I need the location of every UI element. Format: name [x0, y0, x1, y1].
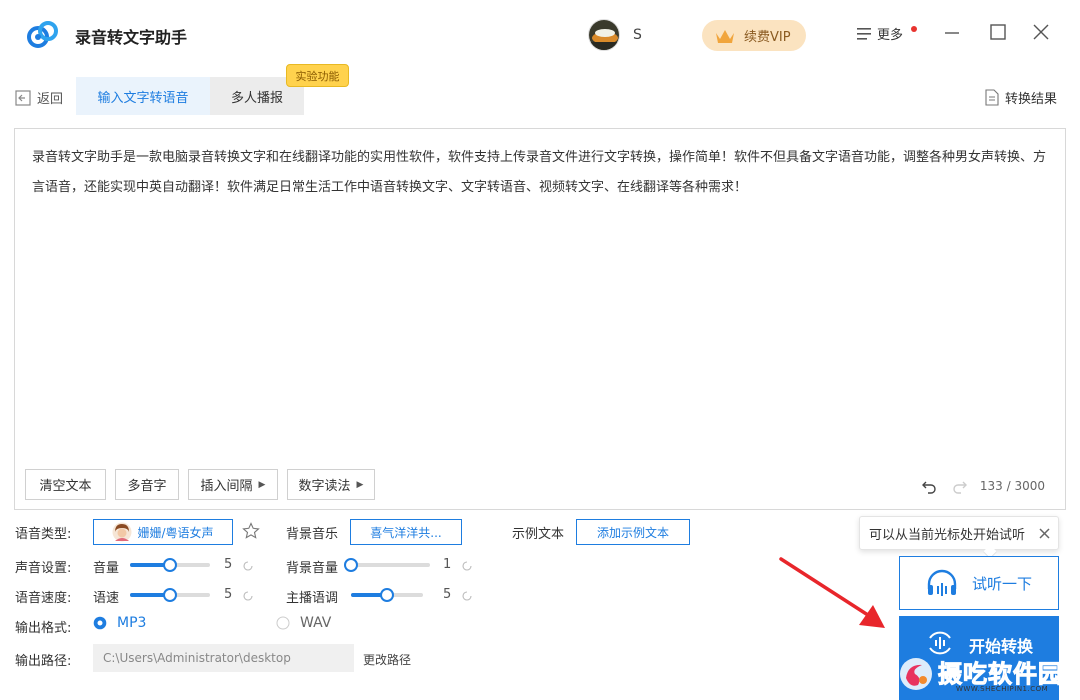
volume-label: 音量 [93, 561, 120, 576]
reset-icon[interactable] [461, 590, 473, 602]
tooltip-text: 可以从当前光标处开始试听 [869, 527, 1026, 543]
character-count: 133 / 3000 [979, 479, 1045, 493]
more-label: 更多 [877, 28, 904, 43]
reset-icon[interactable] [461, 560, 473, 572]
app-title: 录音转文字助手 [75, 28, 188, 47]
insert-pause-label: 插入间隔 [200, 479, 253, 494]
bg-volume-slider[interactable] [344, 557, 430, 573]
format-mp3-label: MP3 [117, 615, 147, 631]
radio-checked-icon [93, 616, 107, 630]
pitch-slider[interactable] [351, 587, 423, 603]
listen-label: 试听一下 [971, 574, 1032, 593]
close-icon[interactable] [1039, 528, 1050, 539]
more-menu-button[interactable]: 更多 [856, 24, 903, 43]
back-arrow-icon [15, 89, 31, 106]
speed-label: 语速 [93, 591, 120, 606]
bg-volume-label: 背景音量 [286, 561, 339, 576]
add-sample-text-button[interactable]: 添加示例文本 [576, 519, 690, 545]
undo-icon[interactable] [921, 478, 937, 494]
polyphone-button[interactable]: 多音字 [115, 469, 179, 500]
maximize-icon[interactable] [988, 22, 1008, 42]
bg-music-label: 背景音乐 [286, 527, 339, 542]
annotation-arrow [779, 557, 885, 628]
triangle-right-icon: ▶ [356, 479, 364, 490]
tab-text-to-speech[interactable]: 输入文字转语音 [76, 77, 210, 115]
slider-knob[interactable] [163, 588, 177, 602]
slider-knob[interactable] [380, 588, 394, 602]
watermark-logo-icon [900, 658, 932, 690]
back-label: 返回 [37, 92, 64, 107]
output-path-label: 输出路径: [15, 654, 72, 669]
reset-icon[interactable] [242, 590, 254, 602]
slider-knob[interactable] [163, 558, 177, 572]
bg-music-select-button[interactable]: 喜气洋洋共... [350, 519, 462, 545]
user-name: S [633, 27, 642, 43]
renew-vip-button[interactable]: 续费VIP [702, 20, 806, 51]
back-button[interactable]: 返回 [15, 88, 63, 107]
site-watermark: 摄吃软件园 WWW.SHECHIPIN1.COM [898, 650, 1076, 700]
radio-unchecked-icon [276, 616, 290, 630]
voice-select-button[interactable]: 姗姗/粤语女声 [93, 519, 233, 545]
volume-value: 5 [224, 557, 233, 572]
insert-pause-button[interactable]: 插入间隔 ▶ [188, 469, 278, 500]
number-reading-button[interactable]: 数字读法 ▶ [287, 469, 375, 500]
bg-volume-value: 1 [443, 557, 452, 572]
format-wav-radio[interactable]: WAV [276, 615, 331, 631]
pitch-value: 5 [443, 587, 452, 602]
experiment-badge: 实验功能 [286, 64, 349, 87]
conversion-result-link[interactable]: 转换结果 [985, 88, 1057, 107]
favorite-star-icon[interactable] [242, 522, 260, 540]
speed-setting-label: 语音速度: [15, 591, 72, 606]
redo-icon[interactable] [952, 478, 968, 494]
clear-text-button[interactable]: 清空文本 [25, 469, 106, 500]
output-format-label: 输出格式: [15, 621, 72, 636]
watermark-url: WWW.SHECHIPIN1.COM [956, 685, 1049, 693]
slider-knob[interactable] [344, 558, 358, 572]
listen-tooltip: 可以从当前光标处开始试听 [859, 516, 1059, 550]
speed-value: 5 [224, 587, 233, 602]
output-path-input[interactable] [93, 644, 354, 672]
text-editor[interactable]: 录音转文字助手是一款电脑录音转换文字和在线翻译功能的实用性软件，软件支持上传录音… [14, 128, 1066, 510]
title-bar: 录音转文字助手 S 续费VIP 更多 [0, 0, 1080, 66]
triangle-right-icon: ▶ [258, 479, 266, 490]
number-reading-label: 数字读法 [298, 479, 351, 494]
notification-dot [911, 26, 917, 32]
format-mp3-radio[interactable]: MP3 [93, 615, 146, 631]
user-avatar[interactable] [588, 19, 620, 51]
watermark-text: 摄吃软件园 [938, 660, 1063, 689]
app-logo-icon [27, 21, 58, 48]
voice-avatar-icon [112, 522, 132, 542]
reset-icon[interactable] [242, 560, 254, 572]
minimize-icon[interactable] [942, 22, 962, 42]
close-icon[interactable] [1031, 22, 1051, 42]
listen-preview-button[interactable]: 试听一下 [899, 556, 1059, 610]
change-path-link[interactable]: 更改路径 [363, 651, 411, 668]
menu-icon [857, 27, 871, 40]
crown-icon [716, 29, 734, 43]
editor-text[interactable]: 录音转文字助手是一款电脑录音转换文字和在线翻译功能的实用性软件，软件支持上传录音… [32, 143, 1057, 203]
format-wav-label: WAV [300, 615, 332, 631]
vip-label: 续费VIP [744, 30, 791, 45]
pitch-label: 主播语调 [286, 591, 339, 606]
speed-slider[interactable] [130, 587, 210, 603]
voice-type-label: 语音类型: [15, 527, 72, 542]
headphones-icon [927, 569, 957, 596]
volume-slider[interactable] [130, 557, 210, 573]
sound-setting-label: 声音设置: [15, 561, 72, 576]
document-icon [985, 89, 999, 106]
result-label: 转换结果 [1005, 92, 1058, 107]
sample-text-label: 示例文本 [512, 527, 565, 542]
voice-value: 姗姗/粤语女声 [137, 525, 214, 540]
